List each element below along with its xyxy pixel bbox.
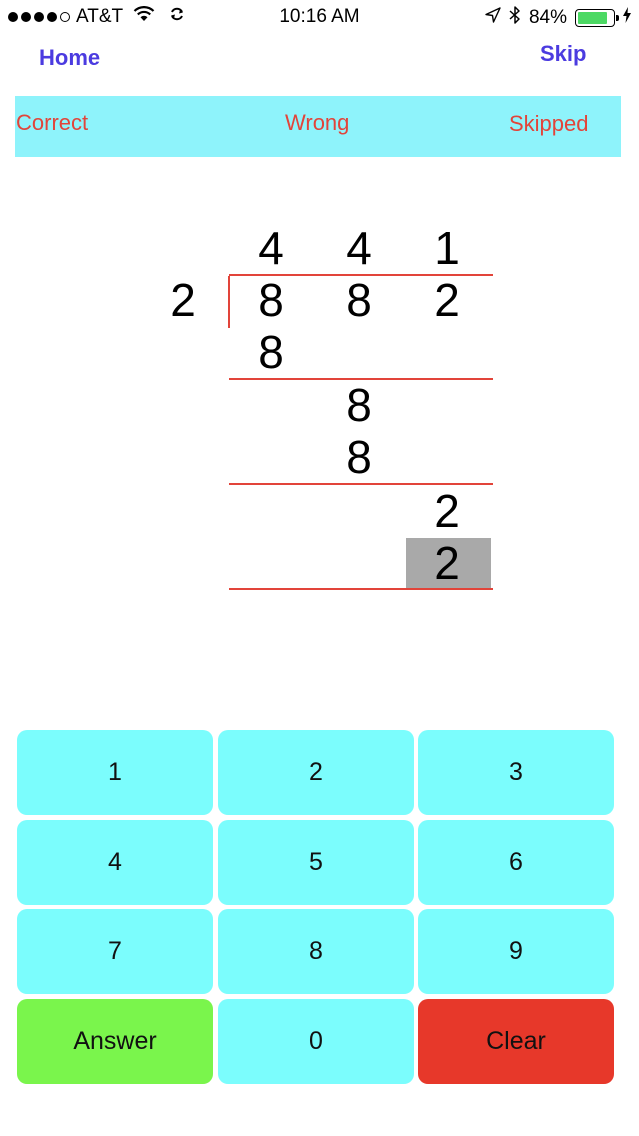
key-2-button[interactable]: 2 <box>218 730 414 815</box>
home-button[interactable]: Home <box>39 45 100 71</box>
key-5-button[interactable]: 5 <box>218 820 414 905</box>
step-product-digit: 8 <box>346 431 372 483</box>
key-7-button[interactable]: 7 <box>17 909 213 994</box>
answer-button[interactable]: Answer <box>17 999 213 1084</box>
key-9-button[interactable]: 9 <box>418 909 614 994</box>
key-8-button[interactable]: 8 <box>218 909 414 994</box>
key-3-button[interactable]: 3 <box>418 730 614 815</box>
quotient-digit: 4 <box>258 222 284 274</box>
battery-fill <box>578 12 607 24</box>
battery-icon <box>575 9 619 27</box>
key-0-button[interactable]: 0 <box>218 999 414 1084</box>
battery-tip <box>616 15 619 21</box>
dividend-digit: 2 <box>434 274 460 326</box>
score-band: Correct Wrong Skipped <box>15 96 621 157</box>
status-bar: AT&T 10:16 AM 84% <box>0 0 639 34</box>
dividend-digit: 8 <box>258 274 284 326</box>
dividend-digit: 8 <box>346 274 372 326</box>
correct-label: Correct <box>16 110 89 135</box>
location-arrow-icon <box>485 7 501 29</box>
step-product-digit: 2 <box>434 537 460 589</box>
step-product-digit: 8 <box>258 326 284 378</box>
quotient-digit: 4 <box>346 222 372 274</box>
clear-button[interactable]: Clear <box>418 999 614 1084</box>
key-1-button[interactable]: 1 <box>17 730 213 815</box>
key-6-button[interactable]: 6 <box>418 820 614 905</box>
battery-percent: 84% <box>528 7 567 28</box>
charging-bolt-icon <box>623 7 631 29</box>
division-bracket <box>228 276 230 328</box>
bluetooth-icon <box>509 6 521 30</box>
divisor-digit: 2 <box>170 274 196 326</box>
status-right: 84% <box>485 6 631 30</box>
key-4-button[interactable]: 4 <box>17 820 213 905</box>
step-remainder-digit: 2 <box>434 485 460 537</box>
skipped-label: Skipped <box>509 111 589 136</box>
wrong-label: Wrong <box>285 110 350 135</box>
skip-button[interactable]: Skip <box>540 41 586 67</box>
quotient-digit: 1 <box>434 222 460 274</box>
step-remainder-digit: 8 <box>346 379 372 431</box>
